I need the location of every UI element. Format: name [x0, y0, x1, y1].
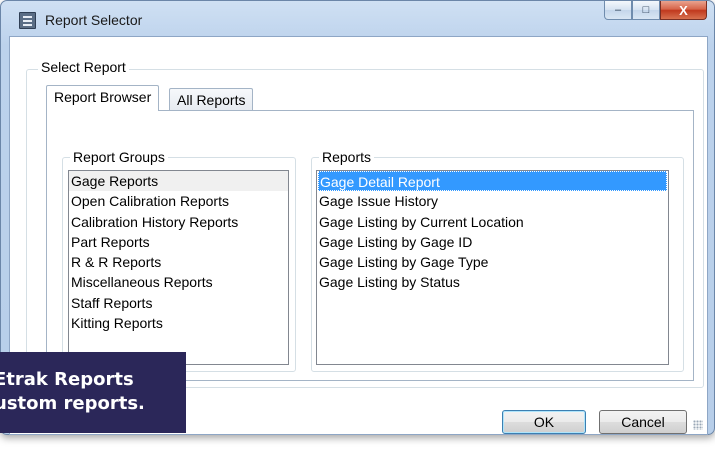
- report-item[interactable]: Gage Listing by Gage Type: [317, 252, 668, 272]
- reports-legend: Reports: [319, 149, 375, 165]
- report-item[interactable]: Gage Detail Report: [318, 171, 667, 192]
- ok-button[interactable]: OK: [502, 410, 586, 434]
- reports-list[interactable]: Gage Detail Report Gage Issue History Gage…: [316, 170, 669, 365]
- report-item[interactable]: Gage Issue History: [317, 191, 668, 211]
- window-controls: – □ X: [604, 1, 707, 20]
- report-groups-legend: Report Groups: [70, 149, 168, 165]
- report-browser-panel: Report Groups Gage Reports Open Calibrati…: [46, 110, 694, 381]
- report-groups-list[interactable]: Gage Reports Open Calibration Reports Cali…: [68, 170, 289, 365]
- resize-grip-icon[interactable]: [693, 420, 703, 430]
- report-group-item[interactable]: Open Calibration Reports: [69, 191, 288, 211]
- close-icon: X: [679, 2, 688, 18]
- cancel-button[interactable]: Cancel: [599, 410, 687, 434]
- tab-all-reports[interactable]: All Reports: [169, 88, 254, 112]
- report-group-item[interactable]: Staff Reports: [69, 293, 288, 313]
- report-item[interactable]: Gage Listing by Gage ID: [317, 232, 668, 252]
- maximize-button[interactable]: □: [632, 1, 660, 20]
- promo-caption-overlay: Etrak Reports ustom reports.: [0, 352, 186, 433]
- report-group-item[interactable]: Kitting Reports: [69, 313, 288, 333]
- report-item[interactable]: Gage Listing by Status: [317, 272, 668, 292]
- report-group-item[interactable]: Calibration History Reports: [69, 212, 288, 232]
- minimize-button[interactable]: –: [604, 1, 632, 20]
- promo-caption-line-1: Etrak Reports: [0, 369, 134, 390]
- report-group-item[interactable]: Miscellaneous Reports: [69, 272, 288, 292]
- window-title: Report Selector: [45, 12, 143, 28]
- report-item[interactable]: Gage Listing by Current Location: [317, 212, 668, 232]
- tab-report-browser[interactable]: Report Browser: [46, 85, 160, 111]
- minimize-icon: –: [614, 3, 622, 16]
- maximize-icon: □: [642, 3, 650, 16]
- report-group-item[interactable]: Gage Reports: [69, 171, 288, 192]
- select-report-legend: Select Report: [38, 59, 129, 75]
- close-button[interactable]: X: [660, 1, 707, 20]
- app-report-icon: [19, 12, 36, 29]
- report-group-item[interactable]: Part Reports: [69, 232, 288, 252]
- promo-caption-line-2: ustom reports.: [0, 393, 145, 414]
- report-group-item[interactable]: R & R Reports: [69, 252, 288, 272]
- title-bar[interactable]: Report Selector – □ X: [1, 1, 714, 37]
